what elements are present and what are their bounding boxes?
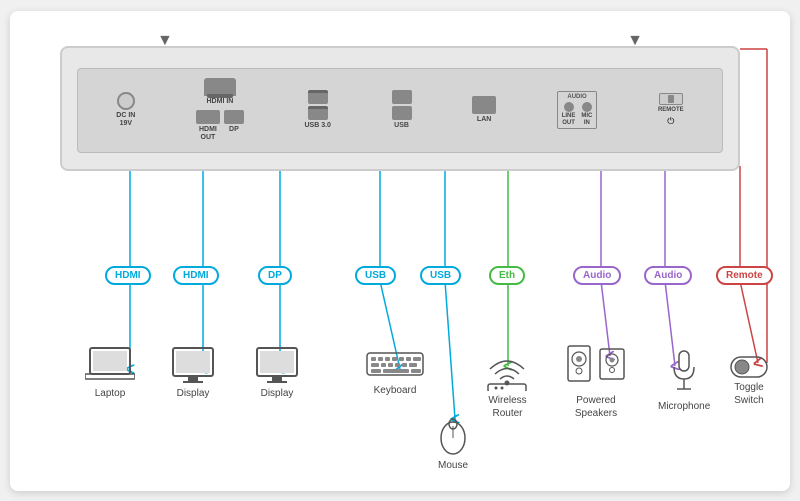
usb30-label: USB 3.0 [305, 122, 331, 130]
display1-device: Display [168, 346, 218, 400]
router-icon [480, 351, 535, 391]
panel-arrow-right: ▼ [627, 32, 643, 50]
audio2-pill: Audio [644, 266, 692, 285]
toggle-switch-device: ToggleSwitch [730, 356, 768, 407]
hdmi-in-port-group: HDMI IN HDMIOUT DP [196, 78, 244, 141]
audio1-pill: Audio [573, 266, 621, 285]
speakers-label: PoweredSpeakers [575, 394, 617, 420]
hdmi2-pill: HDMI [173, 266, 219, 285]
display1-label: Display [177, 387, 210, 400]
keyboard-device: Keyboard [365, 351, 425, 397]
microphone-device: Microphone [658, 349, 710, 413]
keyboard-icon [365, 351, 425, 381]
lan-port [472, 96, 496, 114]
usb-port [392, 90, 412, 104]
usb2-pill: USB [420, 266, 461, 285]
device-panel: ▼ ▼ DC IN19V HDMI IN [60, 46, 740, 171]
router-label: WirelessRouter [488, 394, 526, 420]
mouse-label: Mouse [438, 459, 468, 472]
line-out-port [564, 102, 574, 112]
diagram-container: ▼ ▼ DC IN19V HDMI IN [10, 11, 790, 491]
usb-port-group: USB 3.0 [305, 90, 331, 130]
usb1-pill: USB [355, 266, 396, 285]
microphone-icon [669, 349, 699, 397]
dc-port [117, 92, 135, 110]
hdmi-out-port [196, 110, 220, 124]
toggle-switch-label: ToggleSwitch [734, 381, 763, 407]
usb-port-group2: USB [392, 90, 412, 130]
speakers-device: PoweredSpeakers [566, 341, 626, 420]
dp-port [224, 110, 244, 124]
dp-pill: DP [258, 266, 292, 285]
hdmi-out-label: HDMIOUT [196, 126, 220, 141]
eth-pill: Eth [489, 266, 525, 285]
keyboard-label: Keyboard [374, 384, 417, 397]
remote-pill: Remote [716, 266, 773, 285]
mic-in-label: MICIN [581, 113, 592, 126]
remote-label: REMOTE [658, 107, 684, 114]
microphone-label: Microphone [658, 400, 710, 413]
display2-device: Display [252, 346, 302, 400]
lan-label: LAN [477, 116, 491, 124]
mouse-device: Mouse [438, 416, 468, 472]
hdmi1-pill: HDMI [105, 266, 151, 285]
usb30-port-2 [308, 106, 328, 120]
remote-port-group: REMOTE ⏻ [658, 93, 684, 128]
hdmi-in-port [204, 78, 236, 96]
toggle-switch-icon [730, 356, 768, 378]
hdmi-in-label: HDMI IN [207, 98, 234, 106]
line-out-label: LINEOUT [562, 113, 576, 126]
usb-label: USB [394, 122, 409, 130]
power-icon: ⏻ [667, 116, 674, 127]
remote-port [659, 93, 683, 105]
audio-label: AUDIO [567, 94, 586, 100]
laptop-icon [85, 346, 135, 384]
laptop-label: Laptop [95, 387, 126, 400]
display1-icon [168, 346, 218, 384]
usb-port-2 [392, 106, 412, 120]
lan-port-group: LAN [472, 96, 496, 124]
dp-label: DP [224, 126, 244, 141]
laptop-device: Laptop [85, 346, 135, 400]
dc-port-group: DC IN19V [116, 92, 135, 127]
usb30-port [308, 90, 328, 104]
mic-in-port [582, 102, 592, 112]
display2-icon [252, 346, 302, 384]
display2-label: Display [261, 387, 294, 400]
router-device: WirelessRouter [480, 351, 535, 420]
mouse-icon [438, 416, 468, 456]
dc-label: DC IN19V [116, 112, 135, 127]
audio-port-group: AUDIO LINEOUT MICIN [557, 91, 598, 129]
speakers-icon [566, 341, 626, 391]
panel-arrow-left: ▼ [157, 32, 173, 50]
